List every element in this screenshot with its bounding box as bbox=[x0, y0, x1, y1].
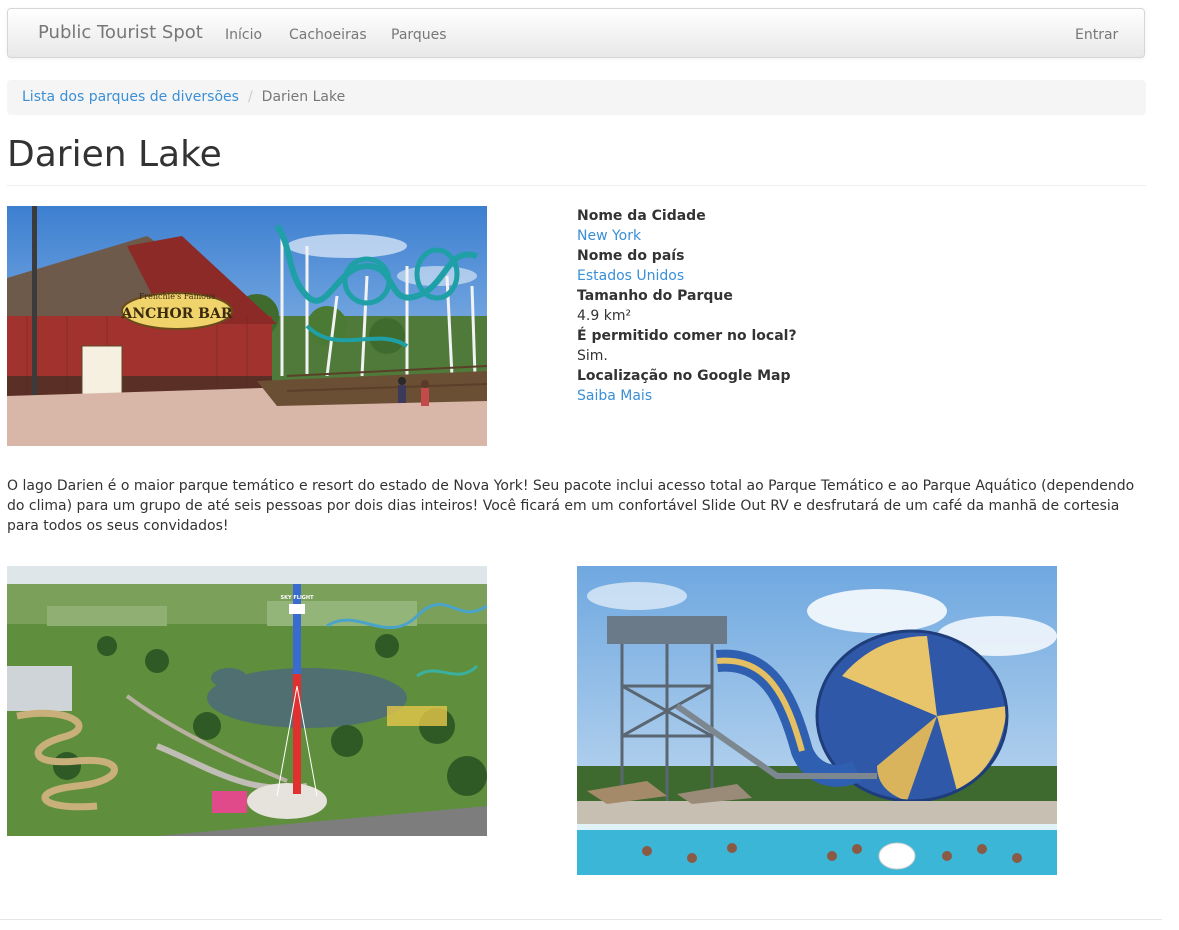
page-title: Darien Lake bbox=[7, 134, 222, 175]
login-link[interactable]: Entrar bbox=[1075, 27, 1118, 43]
anchor-bar-sign-top-text: Frenchie's Famous bbox=[139, 292, 215, 301]
park-size-value: 4.9 km² bbox=[577, 308, 632, 324]
eating-allowed-value: Sim. bbox=[577, 348, 608, 364]
park-info-list: Nome da Cidade New York Nome do país Est… bbox=[577, 206, 1137, 406]
park-photo-anchor-bar: Frenchie's Famous ANCHOR BAR bbox=[7, 206, 487, 446]
footer-divider bbox=[0, 919, 1162, 920]
google-map-link[interactable]: Saiba Mais bbox=[577, 388, 652, 404]
breadcrumb: Lista dos parques de diversões / Darien La… bbox=[7, 80, 1146, 115]
breadcrumb-parks-list-link[interactable]: Lista dos parques de diversões bbox=[22, 89, 239, 105]
nav-item-cachoeiras[interactable]: Cachoeiras bbox=[289, 27, 367, 43]
nav-item-inicio[interactable]: Início bbox=[225, 27, 262, 43]
anchor-bar-sign-text: ANCHOR BAR bbox=[120, 306, 232, 322]
park-photo-water-slide bbox=[577, 566, 1057, 875]
nav-item-parques[interactable]: Parques bbox=[391, 27, 447, 43]
breadcrumb-current: Darien Lake bbox=[261, 89, 346, 105]
park-description: O lago Darien é o maior parque temático … bbox=[7, 478, 1135, 534]
google-map-label: Localização no Google Map bbox=[577, 368, 791, 384]
park-size-label: Tamanho do Parque bbox=[577, 288, 733, 304]
top-navbar: Public Tourist Spot Início Cachoeiras Pa… bbox=[7, 8, 1145, 58]
eating-allowed-label: É permitido comer no local? bbox=[577, 328, 797, 344]
city-label: Nome da Cidade bbox=[577, 208, 706, 224]
park-photo-aerial: SKY FLIGHT bbox=[7, 566, 487, 836]
country-link[interactable]: Estados Unidos bbox=[577, 268, 684, 284]
brand-link[interactable]: Public Tourist Spot bbox=[38, 22, 203, 43]
title-divider bbox=[7, 185, 1146, 186]
breadcrumb-separator: / bbox=[247, 89, 253, 105]
city-link[interactable]: New York bbox=[577, 228, 641, 244]
sky-flight-sign-text: SKY FLIGHT bbox=[281, 595, 315, 601]
country-label: Nome do país bbox=[577, 248, 685, 264]
